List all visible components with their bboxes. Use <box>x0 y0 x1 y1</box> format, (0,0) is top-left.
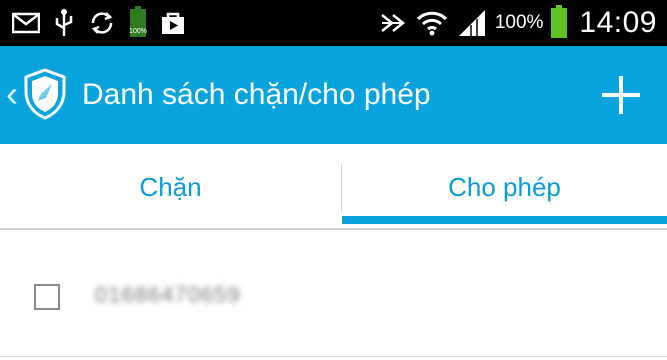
status-bar-right: 100% 14:09 <box>379 0 657 46</box>
wifi-icon <box>415 8 449 38</box>
list-item[interactable]: 01686470659 <box>0 260 667 332</box>
nfc-icon <box>379 9 407 37</box>
phone-number: 01686470659 <box>95 282 241 307</box>
plus-icon[interactable] <box>596 70 646 120</box>
back-chevron-icon[interactable]: ‹ <box>6 72 18 116</box>
item-checkbox[interactable] <box>34 284 60 310</box>
selected-tab-indicator <box>342 216 667 224</box>
tab-block[interactable]: Chặn <box>0 144 341 230</box>
status-bar: 100% 100% 14:09 <box>0 0 667 46</box>
signal-icon <box>457 8 487 38</box>
bag-icon <box>160 10 186 36</box>
battery-small-icon: 100% <box>129 6 147 37</box>
list-divider <box>0 356 667 357</box>
battery-small-label: 100% <box>129 28 147 35</box>
allow-list: 01686470659 <box>0 230 667 360</box>
sync-icon <box>88 9 116 37</box>
page-title: Danh sách chặn/cho phép <box>82 78 431 111</box>
usb-icon <box>54 8 74 38</box>
clock: 14:09 <box>579 6 657 39</box>
battery-percent: 100% <box>494 12 544 33</box>
status-bar-left: 100% <box>12 0 186 46</box>
tab-bar: Chặn Cho phép <box>0 144 667 230</box>
shield-icon[interactable] <box>22 68 68 120</box>
mail-icon <box>12 12 40 34</box>
battery-icon <box>551 5 568 38</box>
app-bar: ‹ Danh sách chặn/cho phép <box>0 46 667 144</box>
